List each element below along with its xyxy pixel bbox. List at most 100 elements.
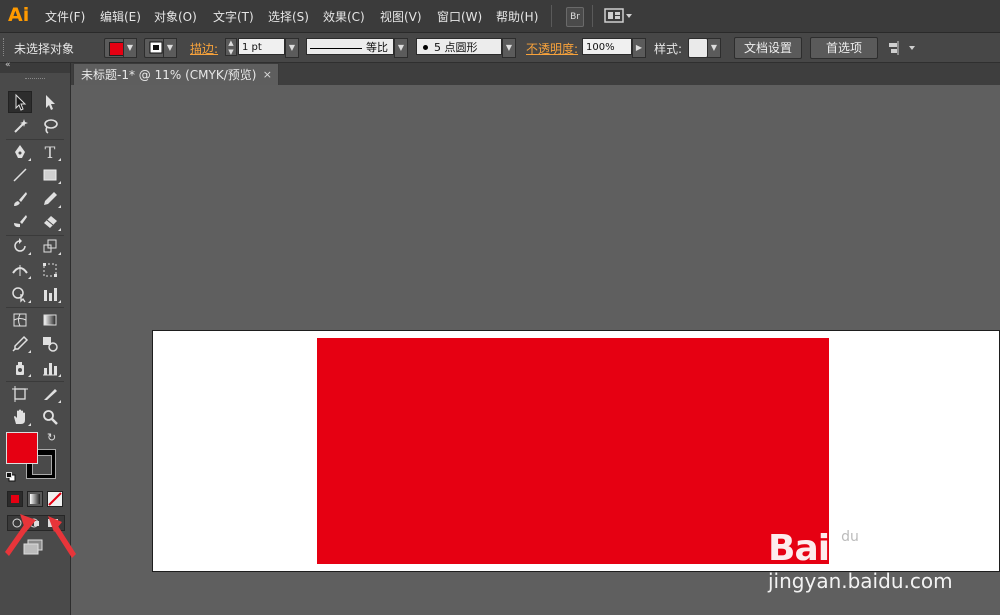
menu-separator <box>551 5 552 27</box>
shape-builder-tool[interactable] <box>8 283 32 305</box>
menu-edit[interactable]: 编辑(E) <box>100 8 141 25</box>
bridge-button[interactable]: Br <box>566 7 584 27</box>
drawing-mode-group[interactable] <box>7 515 65 531</box>
pen-icon <box>15 145 25 158</box>
gradient-tool[interactable] <box>38 309 62 331</box>
document-tab[interactable]: 未标题-1* @ 11% (CMYK/预览) × <box>73 63 279 85</box>
column-graph-tool[interactable] <box>38 357 62 379</box>
default-fill-stroke-button[interactable] <box>6 471 16 482</box>
tool-separator <box>6 381 64 382</box>
eyedropper-tool[interactable] <box>8 333 32 355</box>
brush-dropdown[interactable]: ▼ <box>502 38 516 58</box>
gradient-mode-button[interactable] <box>27 491 43 507</box>
arrange-documents-button[interactable] <box>604 8 634 24</box>
align-options-button[interactable] <box>887 40 917 56</box>
control-grip <box>3 38 7 56</box>
mesh-tool[interactable] <box>8 309 32 331</box>
menu-help[interactable]: 帮助(H) <box>496 8 538 25</box>
stroke-weight-label[interactable]: 描边: <box>190 40 218 57</box>
gradient-icon <box>43 314 57 326</box>
perspective-grid-tool[interactable] <box>38 283 62 305</box>
color-mode-button[interactable] <box>7 491 23 507</box>
paintbrush-tool[interactable] <box>8 188 32 210</box>
arrange-documents-icon <box>604 8 632 23</box>
baidu-paw-icon: du <box>832 509 870 545</box>
tool-separator <box>6 139 64 140</box>
direct-selection-tool-icon <box>46 95 55 110</box>
symbol-sprayer-icon <box>16 362 24 375</box>
zoom-tool[interactable] <box>38 406 62 428</box>
type-tool[interactable]: T <box>38 141 62 163</box>
rectangle-tool[interactable] <box>38 164 62 186</box>
profile-line-icon <box>310 47 362 49</box>
collapse-panel-icon[interactable]: « <box>5 60 11 70</box>
menu-file[interactable]: 文件(F) <box>45 8 85 25</box>
drawing-modes-icon <box>12 518 58 528</box>
none-mode-button[interactable] <box>47 491 63 507</box>
width-tool[interactable] <box>8 259 32 281</box>
swap-fill-stroke-icon[interactable]: ↻ <box>47 431 56 444</box>
graphic-style-swatch[interactable] <box>688 38 708 58</box>
watermark-brand: Bai <box>768 528 830 569</box>
menu-view[interactable]: 视图(V) <box>380 8 422 25</box>
direct-selection-tool[interactable] <box>38 91 62 113</box>
scale-tool[interactable] <box>38 235 62 257</box>
screen-mode-button[interactable] <box>22 538 46 556</box>
free-transform-tool[interactable] <box>38 259 62 281</box>
profile-dropdown[interactable]: ▼ <box>394 38 408 58</box>
magic-wand-tool[interactable] <box>8 115 32 137</box>
tools-panel: « T ↻ <box>0 60 71 615</box>
slice-tool[interactable] <box>38 383 62 405</box>
opacity-label[interactable]: 不透明度: <box>526 40 578 57</box>
width-tool-icon <box>12 265 28 276</box>
magic-wand-icon <box>14 119 28 133</box>
eraser-icon <box>44 216 57 228</box>
tools-panel-header[interactable]: « <box>0 60 70 73</box>
artboard-tool[interactable] <box>8 383 32 405</box>
tools-panel-grip[interactable] <box>25 78 45 81</box>
column-graph-icon <box>44 288 57 301</box>
menu-select[interactable]: 选择(S) <box>268 8 309 25</box>
stroke-weight-field[interactable]: 1 pt <box>238 38 285 55</box>
document-setup-button[interactable]: 文档设置 <box>734 37 802 59</box>
baidu-du-text: du <box>841 529 859 545</box>
lasso-tool[interactable] <box>38 115 62 137</box>
document-tab-title: 未标题-1* @ 11% (CMYK/预览) <box>81 68 257 82</box>
eraser-tool[interactable] <box>38 211 62 233</box>
preferences-button[interactable]: 首选项 <box>810 37 878 59</box>
blob-brush-tool[interactable] <box>8 211 32 233</box>
selection-status: 未选择对象 <box>14 42 75 56</box>
red-rectangle[interactable] <box>317 338 829 564</box>
pencil-tool[interactable] <box>38 188 62 210</box>
opacity-field[interactable]: 100% <box>582 38 632 55</box>
menu-window[interactable]: 窗口(W) <box>437 8 482 25</box>
hand-tool[interactable] <box>8 406 32 428</box>
menu-type[interactable]: 文字(T) <box>213 8 254 25</box>
stroke-weight-stepper[interactable]: ▲ ▼ <box>225 38 237 56</box>
menu-separator <box>592 5 593 27</box>
line-segment-tool[interactable] <box>8 164 32 186</box>
fill-dropdown[interactable]: ▼ <box>123 38 137 58</box>
symbol-sprayer-tool[interactable] <box>8 357 32 379</box>
slice-icon <box>44 389 57 400</box>
rotate-tool[interactable] <box>8 235 32 257</box>
menu-bar: Ai 文件(F) 编辑(E) 对象(O) 文字(T) 选择(S) 效果(C) 视… <box>0 0 1000 33</box>
selection-tool[interactable] <box>8 91 32 113</box>
menu-effect[interactable]: 效果(C) <box>323 8 365 25</box>
lasso-icon <box>44 119 58 134</box>
blob-brush-icon <box>14 215 27 228</box>
default-colors-icon <box>6 472 16 482</box>
opacity-dropdown[interactable]: ▶ <box>632 38 646 58</box>
fill-color-box[interactable] <box>6 432 38 464</box>
brush-definition[interactable]: 5 点圆形 <box>416 38 502 55</box>
eyedropper-icon <box>12 335 29 352</box>
stroke-weight-dropdown[interactable]: ▼ <box>285 38 299 58</box>
style-dropdown[interactable]: ▼ <box>707 38 721 58</box>
variable-width-profile[interactable]: 等比 <box>306 38 394 55</box>
brush-dot-icon <box>423 45 428 50</box>
close-tab-icon[interactable]: × <box>263 64 272 86</box>
menu-object[interactable]: 对象(O) <box>154 8 197 25</box>
blend-tool[interactable] <box>38 333 62 355</box>
pen-tool[interactable] <box>8 141 32 163</box>
stroke-dropdown[interactable]: ▼ <box>163 38 177 58</box>
